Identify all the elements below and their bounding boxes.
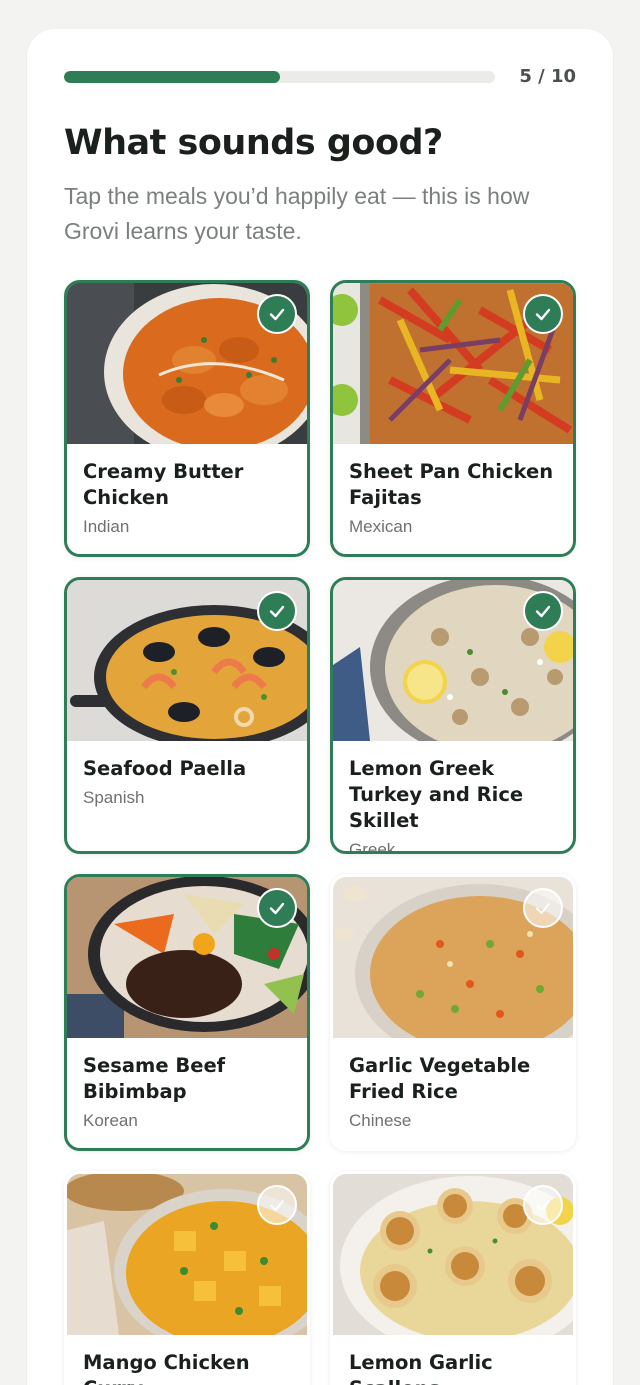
check-icon[interactable] <box>257 294 297 334</box>
meal-card-garlic-vegetable-fried-rice[interactable]: Garlic Vegetable Fried Rice Chinese <box>330 874 576 1151</box>
meal-name: Seafood Paella <box>83 757 247 780</box>
meal-cuisine: Indian <box>83 517 130 536</box>
meal-cuisine: Greek <box>349 840 396 854</box>
meal-name: Sesame Beef Bibimbap <box>83 1054 226 1103</box>
progress-count: 5 / 10 <box>519 66 576 87</box>
check-icon[interactable] <box>523 294 563 334</box>
meal-card-lemon-garlic-scallops[interactable]: Lemon Garlic Scallops <box>330 1171 576 1385</box>
progress-fill <box>64 71 280 83</box>
meal-card-sesame-beef-bibimbap[interactable]: Sesame Beef Bibimbap Korean <box>64 874 310 1151</box>
meal-name: Sheet Pan Chicken Fajitas <box>349 460 554 509</box>
meal-card-seafood-paella[interactable]: Seafood Paella Spanish <box>64 577 310 854</box>
check-icon[interactable] <box>257 1185 297 1225</box>
meal-cuisine: Chinese <box>349 1111 412 1130</box>
page-title: What sounds good? <box>64 123 443 163</box>
onboarding-card: 5 / 10 What sounds good? Tap the meals y… <box>27 29 613 1385</box>
meal-cuisine: Spanish <box>83 788 145 807</box>
meal-cuisine: Mexican <box>349 517 413 536</box>
meal-cuisine: Korean <box>83 1111 138 1130</box>
meal-card-lemon-greek-turkey-rice-skillet[interactable]: Lemon Greek Turkey and Rice Skillet Gree… <box>330 577 576 854</box>
page-subtitle: Tap the meals you’d happily eat — this i… <box>64 183 530 244</box>
meal-name: Mango Chicken Curry <box>83 1351 250 1385</box>
meal-card-sheet-pan-chicken-fajitas[interactable]: Sheet Pan Chicken Fajitas Mexican <box>330 280 576 557</box>
meal-card-creamy-butter-chicken[interactable]: Creamy Butter Chicken Indian <box>64 280 310 557</box>
check-icon[interactable] <box>523 888 563 928</box>
check-icon[interactable] <box>523 591 563 631</box>
meal-grid: Creamy Butter Chicken Indian Sheet Pan C… <box>64 280 576 1385</box>
meal-card-mango-chicken-curry[interactable]: Mango Chicken Curry <box>64 1171 310 1385</box>
check-icon[interactable] <box>523 1185 563 1225</box>
check-icon[interactable] <box>257 591 297 631</box>
meal-name: Lemon Garlic Scallops <box>349 1351 493 1385</box>
meal-name: Lemon Greek Turkey and Rice Skillet <box>349 757 524 832</box>
meal-name: Creamy Butter Chicken <box>83 460 244 509</box>
meal-name: Garlic Vegetable Fried Rice <box>349 1054 531 1103</box>
progress-bar <box>64 71 495 83</box>
check-icon[interactable] <box>257 888 297 928</box>
